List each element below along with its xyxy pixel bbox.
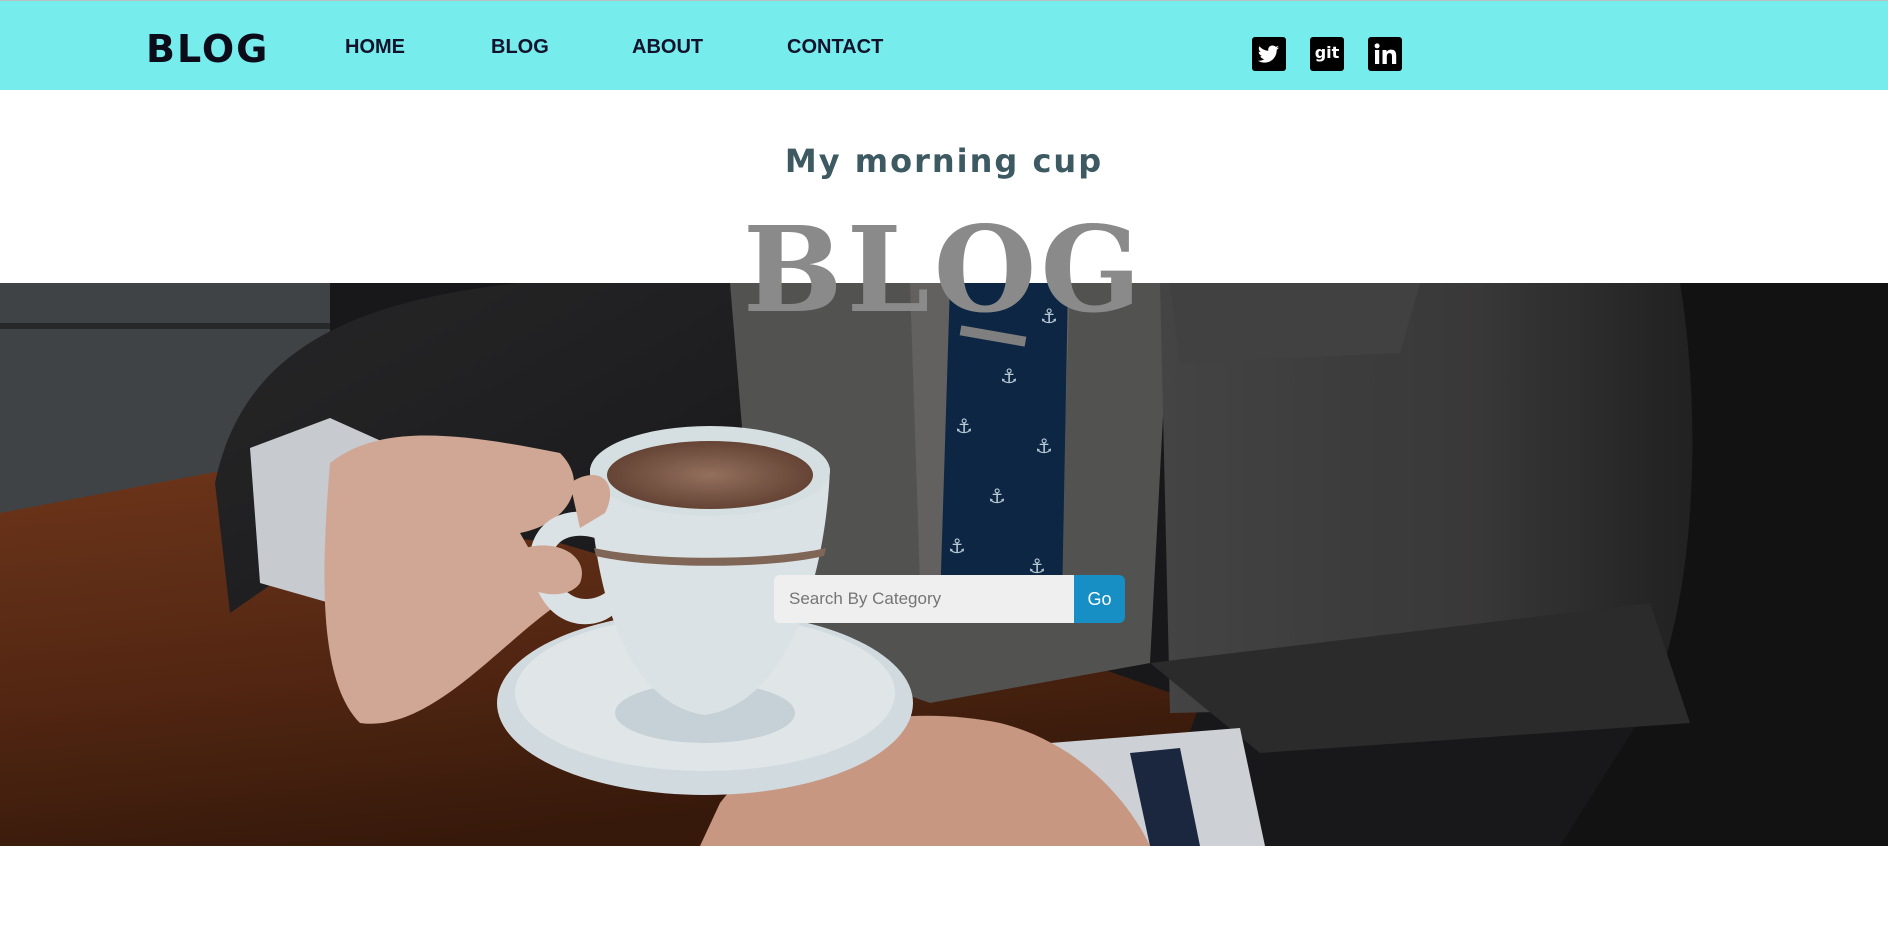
search-bar: Go [774,575,1125,623]
twitter-icon[interactable] [1252,37,1286,71]
git-icon-label: git [1314,43,1340,62]
nav-about-link[interactable]: ABOUT [632,36,703,59]
nav-home-link[interactable]: HOME [345,36,405,59]
hero-title: BLOG [742,200,1146,339]
linkedin-icon[interactable] [1368,37,1402,71]
nav-contact-link[interactable]: CONTACT [787,36,883,59]
navbar: BLOG HOME BLOG ABOUT CONTACT git [0,0,1888,90]
hero-subtitle: My morning cup [784,142,1104,180]
nav-blog-link[interactable]: BLOG [491,36,549,59]
hero-image: ⚓ ⚓ ⚓ ⚓ ⚓ ⚓ ⚓ [0,283,1888,846]
search-input[interactable] [774,575,1074,623]
go-button[interactable]: Go [1074,575,1125,623]
brand-logo[interactable]: BLOG [146,27,269,71]
git-icon[interactable]: git [1310,37,1344,71]
